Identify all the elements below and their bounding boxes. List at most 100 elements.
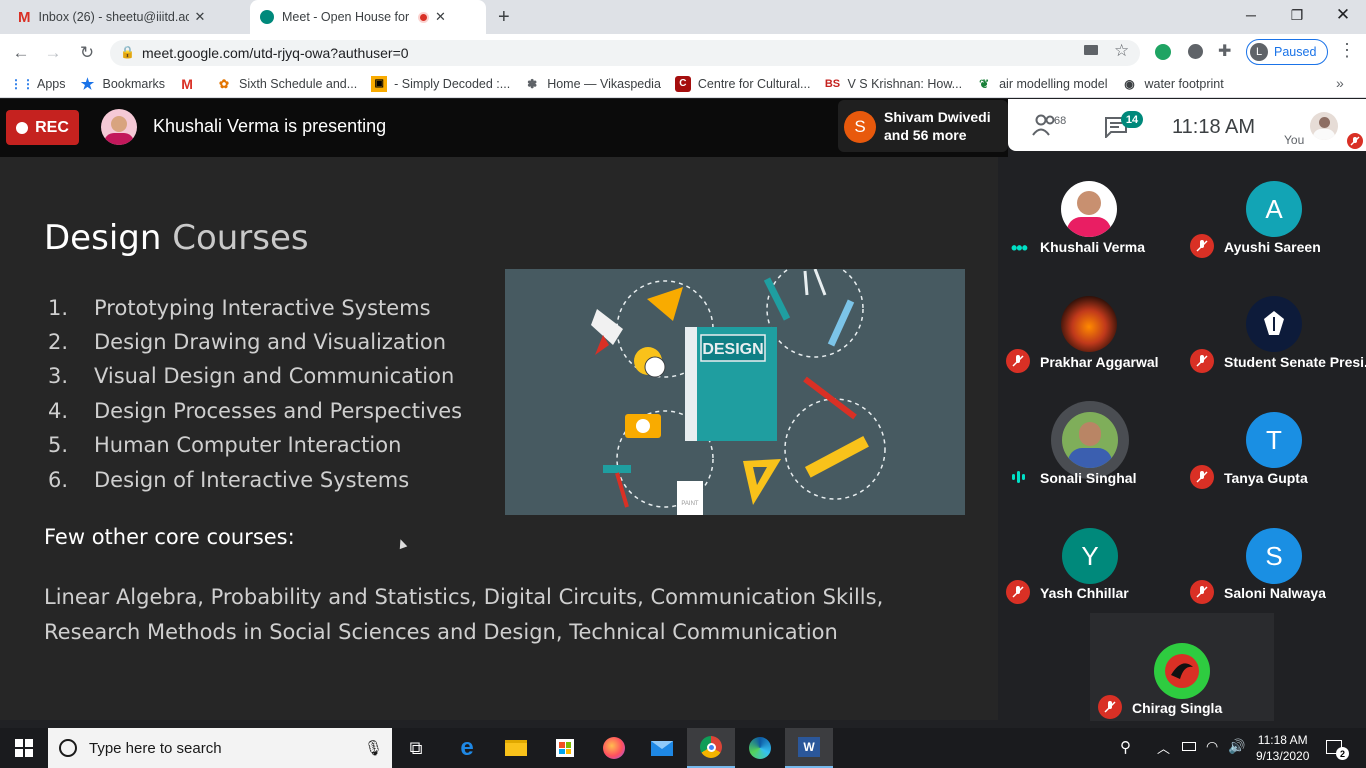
close-icon[interactable]: ✕ xyxy=(195,9,206,25)
task-view-icon[interactable]: ⧉ xyxy=(392,728,440,768)
speaking-ring xyxy=(1051,401,1129,479)
participant-avatar xyxy=(1154,643,1210,699)
apps-grid-icon: ⋮⋮ xyxy=(10,76,34,91)
presenter-text: Khushali Verma is presenting xyxy=(153,116,387,136)
participant-name: Khushali Verma xyxy=(1040,239,1146,255)
profile-status: Paused xyxy=(1274,45,1317,59)
notification-count: 2 xyxy=(1336,747,1349,760)
participant-avatar: Y xyxy=(1062,528,1118,584)
recording-dot-icon xyxy=(418,11,429,23)
minimize-button[interactable]: ─ xyxy=(1228,0,1274,30)
search-placeholder: Type here to search xyxy=(89,739,222,757)
leaf-icon: ❦ xyxy=(979,76,990,91)
puzzle-icon[interactable]: ✚ xyxy=(1218,41,1231,61)
chrome-taskbar-button[interactable] xyxy=(687,728,735,768)
taskbar-time: 11:18 AM xyxy=(1257,733,1308,747)
chat-badge: 14 xyxy=(1121,111,1143,128)
participant-name: Sonali Singhal xyxy=(1040,470,1137,486)
chrome-icon xyxy=(700,736,722,758)
other-courses-text: Linear Algebra, Probability and Statisti… xyxy=(44,585,884,644)
search-icon xyxy=(59,739,77,757)
self-mic-muted-icon xyxy=(1347,133,1363,149)
firefox-icon[interactable] xyxy=(590,728,638,768)
mail-icon[interactable] xyxy=(638,728,686,768)
mic-muted-icon xyxy=(1006,580,1030,604)
bookmark-simply-decoded[interactable]: ▣ - Simply Decoded :... xyxy=(371,75,510,92)
word-taskbar-button[interactable]: W xyxy=(785,728,833,768)
mic-muted-icon xyxy=(1190,580,1214,604)
bookmark-water-footprint[interactable]: ◉ water footprint xyxy=(1121,76,1223,92)
bookmark-bookmarks[interactable]: ★ Bookmarks xyxy=(80,76,165,93)
course-item: 2. Design Drawing and Visualization xyxy=(48,330,447,354)
restore-button[interactable]: ❐ xyxy=(1274,0,1320,30)
address-bar[interactable]: 🔒 meet.google.com/utd-rjyq-owa?authuser=… xyxy=(110,40,1140,66)
camera-icon[interactable] xyxy=(1084,45,1098,55)
bookmark-vs-krishnan[interactable]: BS V S Krishnan: How... xyxy=(824,76,962,92)
taskbar-search[interactable]: Type here to search 🎙 xyxy=(48,728,392,768)
paint-label: PAINT xyxy=(681,501,699,507)
bookmark-sixth-schedule[interactable]: ✿ Sixth Schedule and... xyxy=(216,76,357,92)
wifi-icon[interactable]: ◠ xyxy=(1206,738,1218,755)
figure-icon: ✿ xyxy=(219,76,230,91)
profile-button[interactable]: L Paused xyxy=(1246,39,1328,65)
system-clock[interactable]: 11:18 AM 9/13/2020 xyxy=(1256,732,1309,764)
people-tray-icon[interactable]: ⚲ xyxy=(1120,738,1131,756)
design-illustration-art: DESIGN PAINT xyxy=(591,260,886,515)
mic-muted-icon xyxy=(1006,349,1030,373)
file-explorer-icon[interactable] xyxy=(492,728,540,768)
tab-gmail[interactable]: M Inbox (26) - sheetu@iiitd.ac.in - II ✕ xyxy=(8,0,246,34)
close-icon[interactable]: ✕ xyxy=(435,9,446,25)
presenter-avatar xyxy=(101,109,137,145)
close-window-button[interactable]: ✕ xyxy=(1320,0,1366,30)
participant-name: Yash Chhillar xyxy=(1040,585,1129,601)
back-button[interactable]: ← xyxy=(8,40,34,66)
battery-icon[interactable] xyxy=(1182,742,1196,751)
more-bookmarks-icon[interactable]: » xyxy=(1336,75,1344,91)
bookmark-ccrt[interactable]: C Centre for Cultural... xyxy=(674,75,810,92)
chevron-up-icon[interactable]: ︿ xyxy=(1157,738,1170,757)
participant-name: Prakhar Aggarwal xyxy=(1040,354,1159,370)
page-icon: ▣ xyxy=(371,75,388,92)
new-tab-button[interactable]: + xyxy=(498,6,510,29)
tab-meet[interactable]: Meet - Open House for CSSD ✕ xyxy=(250,0,486,34)
participant-name: Chirag Singla xyxy=(1132,700,1223,716)
start-button[interactable] xyxy=(0,728,48,768)
gmail-icon: M xyxy=(181,75,193,92)
edge-legacy-icon[interactable]: e xyxy=(443,728,491,768)
participant-avatar: A xyxy=(1246,181,1302,237)
store-icon[interactable] xyxy=(541,728,589,768)
rec-badge: REC xyxy=(6,110,79,145)
extension-icon[interactable] xyxy=(1188,44,1203,59)
grammarly-icon[interactable] xyxy=(1155,44,1171,60)
participant-avatar xyxy=(1061,296,1117,352)
volume-icon[interactable]: 🔊 xyxy=(1228,738,1245,755)
self-avatar[interactable] xyxy=(1310,112,1338,140)
reload-button[interactable]: ↻ xyxy=(74,40,100,66)
bookmark-vikaspedia[interactable]: ✽ Home — Vikaspedia xyxy=(524,76,661,92)
participant-avatar xyxy=(1061,181,1117,237)
globe-icon: ◉ xyxy=(1124,76,1135,91)
edge-icon[interactable] xyxy=(736,728,784,768)
other-courses-heading: Few other core courses: xyxy=(44,525,295,549)
avatar: L xyxy=(1250,43,1268,61)
forward-button[interactable]: → xyxy=(40,40,66,66)
you-label: You xyxy=(1284,133,1305,147)
bookmark-star-icon[interactable]: ☆ xyxy=(1114,41,1129,61)
slide-title: Design Courses xyxy=(44,218,309,258)
bookmark-apps[interactable]: ⋮⋮ Apps xyxy=(10,76,66,92)
lock-icon: 🔒 xyxy=(120,45,135,59)
mic-muted-icon xyxy=(1098,695,1122,719)
microphone-icon[interactable]: 🎙 xyxy=(364,739,383,757)
bookmark-gmail[interactable]: M xyxy=(179,76,202,92)
bookmarks-bar: ⋮⋮ Apps ★ Bookmarks M ✿ Sixth Schedule and.… xyxy=(0,70,1366,98)
participant-avatar: T xyxy=(1246,412,1302,468)
meet-clock: 11:18 AM xyxy=(1172,116,1256,138)
menu-icon[interactable]: ⋮ xyxy=(1338,40,1356,61)
bookmark-air-modelling[interactable]: ❦ air modelling model xyxy=(976,76,1107,92)
gmail-icon: M xyxy=(18,8,31,26)
taskbar-date: 9/13/2020 xyxy=(1256,749,1310,763)
mic-muted-icon xyxy=(1190,349,1214,373)
meet-icon xyxy=(260,10,274,24)
participants-grid xyxy=(998,157,1366,613)
course-item: 3. Visual Design and Communication xyxy=(48,364,455,388)
